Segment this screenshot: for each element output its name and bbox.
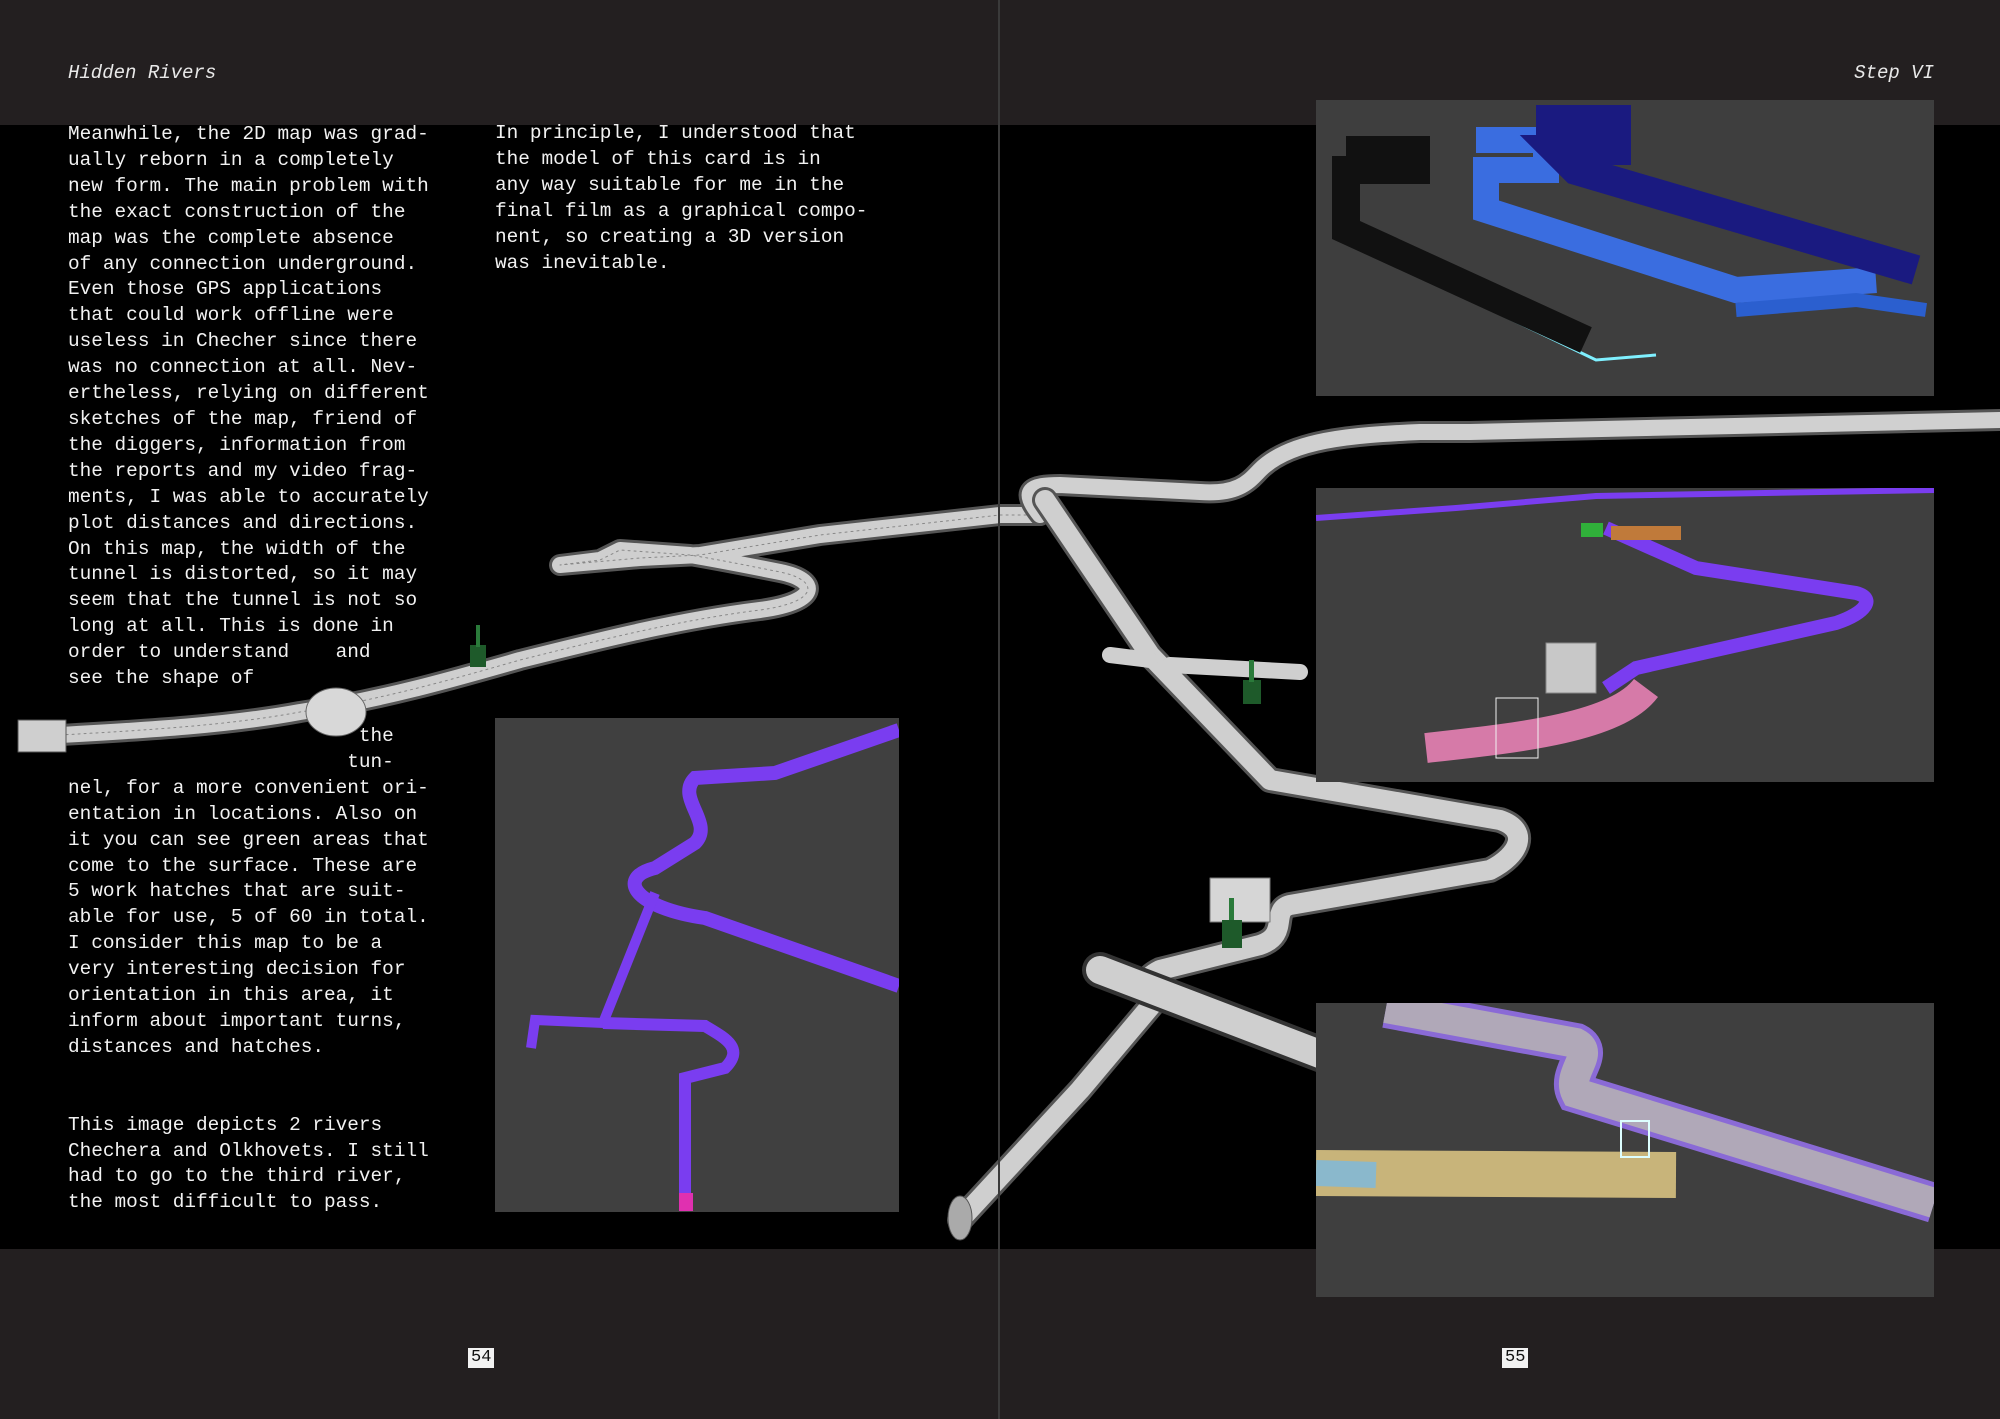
text-line: tunnel is distorted, so it may bbox=[68, 563, 418, 586]
text-line: the most difficult to pass. bbox=[68, 1191, 383, 1214]
text-line: long at all. This is done in bbox=[68, 615, 394, 638]
render-panel-middle bbox=[1316, 488, 1934, 782]
text-line: distances and hatches. bbox=[68, 1035, 324, 1058]
text-line: nel, for a more convenient ori- bbox=[68, 776, 429, 799]
text-line: Meanwhile, the 2D map was grad- bbox=[68, 123, 429, 145]
text-line: In principle, I understood that bbox=[495, 122, 856, 144]
text-line: very interesting decision for bbox=[68, 958, 406, 981]
text-line: 5 work hatches that are suit- bbox=[68, 880, 406, 903]
text-column-right: In principle, I understood that the model… bbox=[495, 121, 867, 276]
text-line: ments, I was able to accurately bbox=[68, 485, 429, 508]
running-head-right: Step VI bbox=[1854, 62, 1934, 84]
page-number-right: 55 bbox=[1502, 1348, 1529, 1368]
text-line: of any connection underground. bbox=[68, 252, 418, 275]
text-line: see the shape of bbox=[68, 667, 255, 690]
text-line: seem that the tunnel is not so bbox=[68, 589, 418, 612]
running-head-left: Hidden Rivers bbox=[68, 62, 217, 84]
text-line: the model of this card is in bbox=[495, 147, 821, 170]
text-line: was no connection at all. Nev- bbox=[68, 356, 418, 379]
text-line: able for use, 5 of 60 in total. bbox=[68, 906, 429, 929]
text-line bbox=[68, 1087, 429, 1113]
text-line: final film as a graphical compo- bbox=[495, 199, 868, 222]
text-line: plot distances and directions. bbox=[68, 511, 418, 534]
text-line: nent, so creating a 3D version bbox=[495, 225, 845, 248]
text-line: the bbox=[68, 725, 394, 747]
render-panel-top bbox=[1316, 100, 1934, 396]
text-line: come to the surface. These are bbox=[68, 854, 418, 877]
text-line: map was the complete absence bbox=[68, 226, 394, 249]
text-line: sketches of the map, friend of bbox=[68, 407, 418, 430]
text-column-left-bottom: the tun-nel, for a more convenient ori-e… bbox=[68, 724, 429, 1216]
page-number-left: 54 bbox=[468, 1348, 495, 1368]
text-line: This image depicts 2 rivers bbox=[68, 1113, 383, 1136]
render-panel-bottom bbox=[1316, 1003, 1934, 1297]
text-line: orientation in this area, it bbox=[68, 984, 394, 1007]
text-line: entation in locations. Also on bbox=[68, 802, 418, 825]
text-line: the reports and my video frag- bbox=[68, 459, 418, 482]
text-line: had to go to the third river, bbox=[68, 1165, 406, 1188]
text-line: tun- bbox=[68, 750, 394, 773]
text-line: I consider this map to be a bbox=[68, 932, 383, 955]
text-line: the diggers, information from bbox=[68, 433, 406, 456]
text-line: ually reborn in a completely bbox=[68, 148, 394, 171]
text-line bbox=[68, 1061, 429, 1087]
text-line: it you can see green areas that bbox=[68, 828, 429, 851]
text-line: any way suitable for me in the bbox=[495, 173, 845, 196]
green-hatch-icon bbox=[470, 625, 486, 667]
text-line: order to understand and bbox=[68, 641, 371, 664]
text-line: On this map, the width of the bbox=[68, 537, 406, 560]
text-line: inform about important turns, bbox=[68, 1009, 406, 1032]
text-line: useless in Checher since there bbox=[68, 330, 418, 353]
text-line: new form. The main problem with bbox=[68, 174, 429, 197]
text-line: that could work offline were bbox=[68, 304, 394, 327]
text-line: Even those GPS applications bbox=[68, 278, 383, 301]
page-spine bbox=[998, 0, 1000, 1419]
text-line: ertheless, relying on different bbox=[68, 382, 429, 405]
text-line: Chechera and Olkhovets. I still bbox=[68, 1139, 429, 1162]
text-line: the exact construction of the bbox=[68, 200, 406, 223]
text-line: was inevitable. bbox=[495, 251, 670, 274]
text-column-left-top: Meanwhile, the 2D map was grad-ually reb… bbox=[68, 122, 429, 692]
render-panel-left-page bbox=[495, 718, 899, 1212]
